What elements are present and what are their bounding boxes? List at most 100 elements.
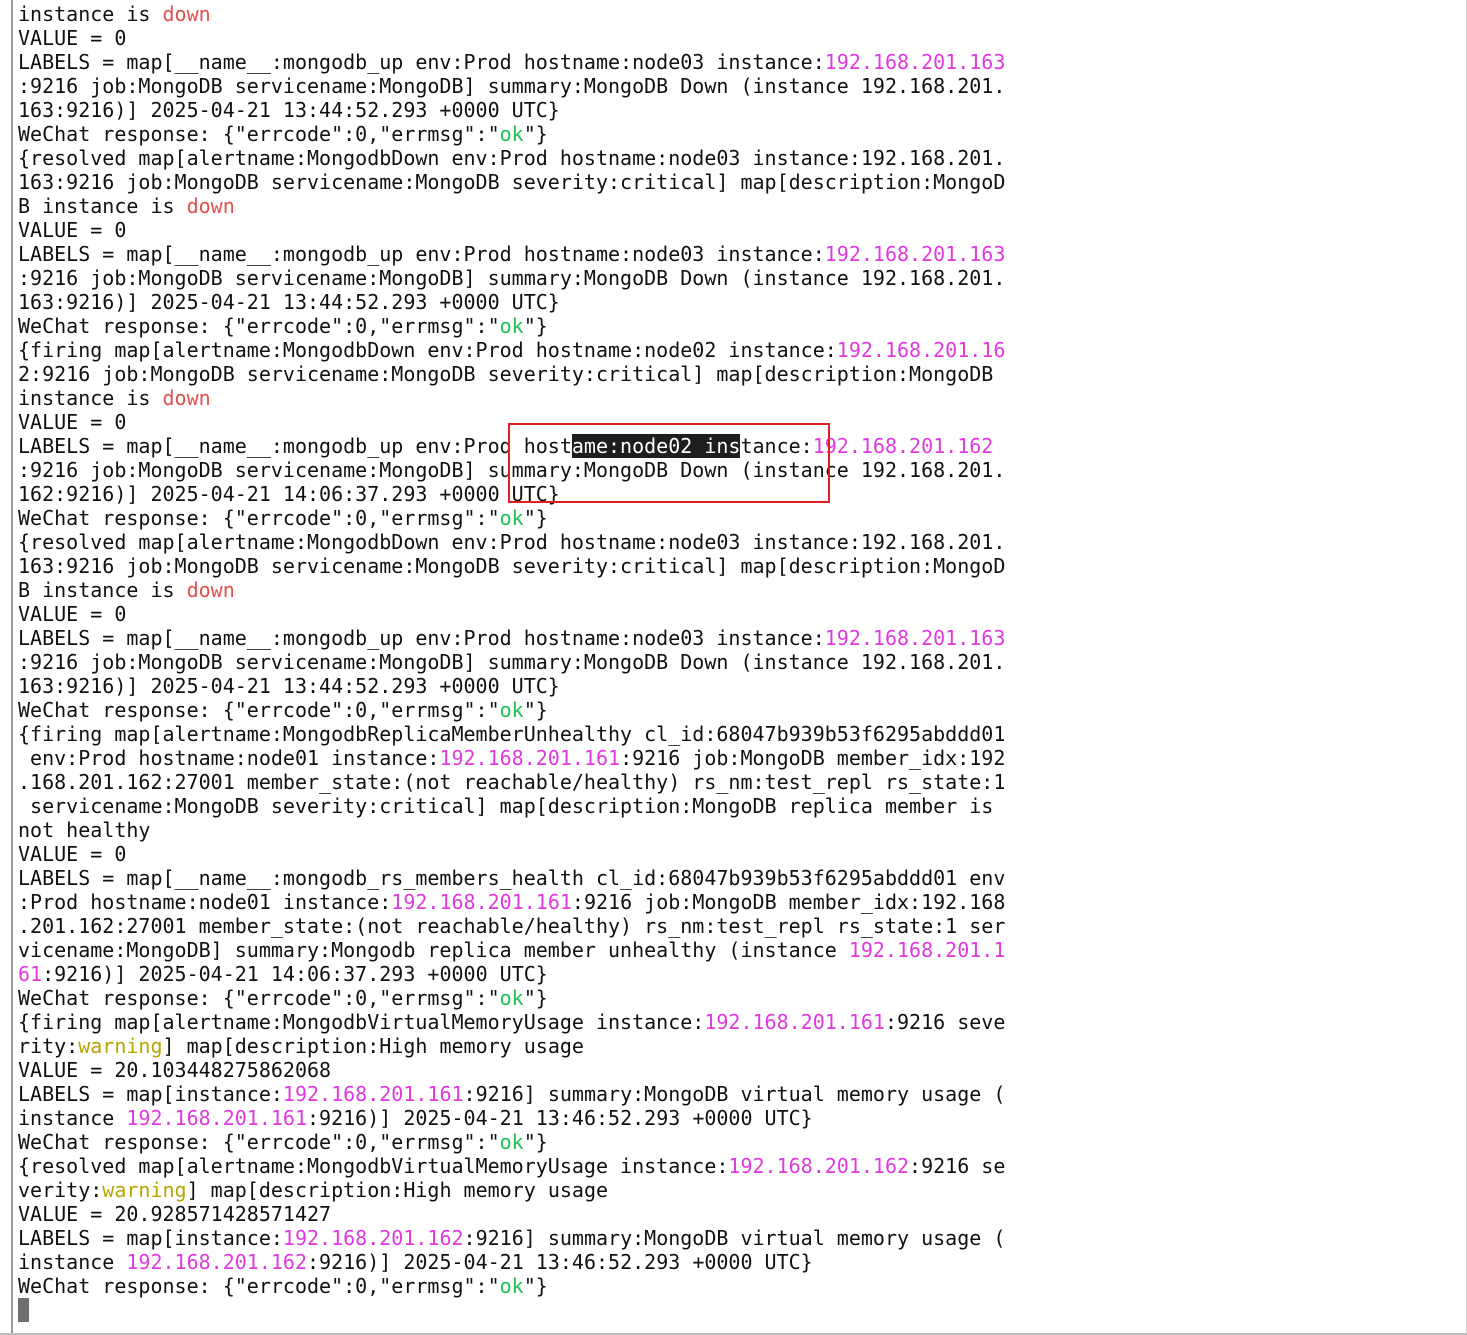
terminal-text-segment: 192.168.201.161 xyxy=(282,1082,464,1106)
terminal-text-segment: LABELS = map[__name__:mongodb_up env:Pro… xyxy=(18,626,825,650)
terminal-line: 61:9216)] 2025-04-21 14:06:37.293 +0000 … xyxy=(18,962,1005,986)
terminal-line: B instance is down xyxy=(18,194,1005,218)
terminal-line: 163:9216 job:MongoDB servicename:MongoDB… xyxy=(18,170,1005,194)
terminal-text-segment: LABELS = map[__name__:mongodb_up env:Pro… xyxy=(18,50,825,74)
terminal-text-segment: VALUE = 0 xyxy=(18,410,127,434)
terminal-window[interactable]: instance is down VALUE = 0 LABELS = map[__… xyxy=(0,0,1467,1335)
terminal-line: :9216 job:MongoDB servicename:MongoDB] s… xyxy=(18,650,1005,674)
terminal-line: VALUE = 0 xyxy=(18,602,1005,626)
terminal-text-segment: LABELS = map[instance: xyxy=(18,1082,283,1106)
terminal-line: :Prod hostname:node01 instance:192.168.2… xyxy=(18,890,1005,914)
terminal-text-segment: .201.162:27001 member_state:(not reachab… xyxy=(18,914,1006,938)
terminal-text-segment: 192.168.201.161 xyxy=(126,1106,307,1130)
terminal-left-border xyxy=(11,0,13,1335)
terminal-text-segment: 192.168.201.163 xyxy=(824,50,1006,74)
terminal-text-segment: WeChat response: {"errcode":0,"errmsg":" xyxy=(18,1274,500,1298)
terminal-text-segment: down xyxy=(186,194,235,218)
terminal-text-segment: verity: xyxy=(18,1178,103,1202)
terminal-text-segment: 192.168.201.162 xyxy=(812,434,994,458)
terminal-text-segment: 162:9216)] 2025-04-21 14:06:37.293 +0000… xyxy=(18,482,560,506)
selected-text: ame:node02 ins xyxy=(571,434,741,458)
terminal-text-segment: ok xyxy=(499,122,524,146)
terminal-text-segment: :9216)] 2025-04-21 13:46:52.293 +0000 UT… xyxy=(307,1106,813,1130)
terminal-line: WeChat response: {"errcode":0,"errmsg":"… xyxy=(18,1274,1005,1298)
terminal-output[interactable]: instance is down VALUE = 0 LABELS = map[__… xyxy=(18,2,1005,1298)
terminal-text-segment: rity: xyxy=(18,1034,79,1058)
terminal-text-segment: vicename:MongoDB] summary:Mongodb replic… xyxy=(18,938,849,962)
terminal-text-segment: instance is xyxy=(18,386,163,410)
terminal-text-segment: {resolved map[alertname:MongodbDown env:… xyxy=(18,146,1006,170)
terminal-line: 2:9216 job:MongoDB servicename:MongoDB s… xyxy=(18,362,1005,386)
terminal-text-segment: {resolved map[alertname:MongodbDown env:… xyxy=(18,530,1006,554)
terminal-line: VALUE = 0 xyxy=(18,410,1005,434)
terminal-line: .168.201.162:27001 member_state:(not rea… xyxy=(18,770,1005,794)
terminal-line: 163:9216)] 2025-04-21 13:44:52.293 +0000… xyxy=(18,674,1005,698)
terminal-line: .201.162:27001 member_state:(not reachab… xyxy=(18,914,1005,938)
terminal-text-segment: instance xyxy=(18,1250,127,1274)
terminal-text-segment: 192.168.201.162 xyxy=(126,1250,307,1274)
terminal-line: LABELS = map[__name__:mongodb_up env:Pro… xyxy=(18,434,1005,458)
terminal-line: VALUE = 20.928571428571427 xyxy=(18,1202,1005,1226)
terminal-text-segment: :9216)] 2025-04-21 13:46:52.293 +0000 UT… xyxy=(307,1250,813,1274)
terminal-text-segment: B instance is xyxy=(18,194,187,218)
terminal-text-segment: VALUE = 0 xyxy=(18,218,127,242)
terminal-line: {resolved map[alertname:MongodbDown env:… xyxy=(18,146,1005,170)
terminal-text-segment: :9216] summary:MongoDB virtual memory us… xyxy=(463,1082,1006,1106)
terminal-line: {firing map[alertname:MongodbReplicaMemb… xyxy=(18,722,1005,746)
terminal-text-segment: ] map[description:High memory usage xyxy=(162,1034,584,1058)
terminal-text-segment: VALUE = 20.928571428571427 xyxy=(18,1202,332,1226)
terminal-text-segment: ok xyxy=(499,506,524,530)
terminal-text-segment: "} xyxy=(523,986,548,1010)
terminal-text-segment: ok xyxy=(499,1274,524,1298)
terminal-text-segment: 2:9216 job:MongoDB servicename:MongoDB s… xyxy=(18,362,994,386)
terminal-line: LABELS = map[__name__:mongodb_up env:Pro… xyxy=(18,50,1005,74)
terminal-line: VALUE = 0 xyxy=(18,842,1005,866)
terminal-text-segment: WeChat response: {"errcode":0,"errmsg":" xyxy=(18,986,500,1010)
terminal-text-segment: 192.168.201.16 xyxy=(836,338,1006,362)
terminal-line: 163:9216 job:MongoDB servicename:MongoDB… xyxy=(18,554,1005,578)
terminal-text-segment: WeChat response: {"errcode":0,"errmsg":" xyxy=(18,698,500,722)
terminal-text-segment: :9216)] 2025-04-21 14:06:37.293 +0000 UT… xyxy=(42,962,548,986)
terminal-text-segment: "} xyxy=(523,506,548,530)
terminal-text-segment: :9216 job:MongoDB servicename:MongoDB] s… xyxy=(18,458,1006,482)
terminal-line: WeChat response: {"errcode":0,"errmsg":"… xyxy=(18,122,1005,146)
terminal-text-segment: WeChat response: {"errcode":0,"errmsg":" xyxy=(18,314,500,338)
terminal-line: instance 192.168.201.162:9216)] 2025-04-… xyxy=(18,1250,1005,1274)
terminal-line: {firing map[alertname:MongodbVirtualMemo… xyxy=(18,1010,1005,1034)
terminal-text-segment: {firing map[alertname:MongodbDown env:Pr… xyxy=(18,338,837,362)
terminal-text-segment: :9216 job:MongoDB member_idx:192.168 xyxy=(571,890,1006,914)
terminal-text-segment: {firing map[alertname:MongodbVirtualMemo… xyxy=(18,1010,705,1034)
terminal-text-segment: {resolved map[alertname:MongodbVirtualMe… xyxy=(18,1154,729,1178)
terminal-text-segment: WeChat response: {"errcode":0,"errmsg":" xyxy=(18,122,500,146)
terminal-line: WeChat response: {"errcode":0,"errmsg":"… xyxy=(18,1130,1005,1154)
terminal-text-segment: ok xyxy=(499,1130,524,1154)
terminal-text-segment: 192.168.201.163 xyxy=(824,242,1006,266)
terminal-text-segment: 163:9216 job:MongoDB servicename:MongoDB… xyxy=(18,170,1006,194)
terminal-text-segment: tance: xyxy=(740,434,813,458)
terminal-text-segment: LABELS = map[__name__:mongodb_up env:Pro… xyxy=(18,434,572,458)
terminal-text-segment: 192.168.201.161 xyxy=(391,890,572,914)
terminal-line: not healthy xyxy=(18,818,1005,842)
terminal-line: LABELS = map[instance:192.168.201.162:92… xyxy=(18,1226,1005,1250)
terminal-text-segment: .168.201.162:27001 member_state:(not rea… xyxy=(18,770,1006,794)
terminal-text-segment: VALUE = 0 xyxy=(18,26,127,50)
terminal-text-segment: :9216] summary:MongoDB virtual memory us… xyxy=(463,1226,1006,1250)
terminal-text-segment: ok xyxy=(499,698,524,722)
terminal-text-segment: 192.168.201.163 xyxy=(824,626,1006,650)
terminal-text-segment: 163:9216 job:MongoDB servicename:MongoDB… xyxy=(18,554,1006,578)
terminal-text-segment: LABELS = map[instance: xyxy=(18,1226,283,1250)
terminal-text-segment: warning xyxy=(78,1034,163,1058)
terminal-text-segment: :9216 seve xyxy=(884,1010,1006,1034)
terminal-line: WeChat response: {"errcode":0,"errmsg":"… xyxy=(18,314,1005,338)
terminal-text-segment: "} xyxy=(523,698,548,722)
terminal-text-segment: :9216 se xyxy=(909,1154,1006,1178)
terminal-line: {firing map[alertname:MongodbDown env:Pr… xyxy=(18,338,1005,362)
terminal-text-segment: :9216 job:MongoDB servicename:MongoDB] s… xyxy=(18,266,1006,290)
terminal-line: :9216 job:MongoDB servicename:MongoDB] s… xyxy=(18,266,1005,290)
terminal-line: instance 192.168.201.161:9216)] 2025-04-… xyxy=(18,1106,1005,1130)
terminal-text-segment: not healthy xyxy=(18,818,151,842)
terminal-text-segment: :9216 job:MongoDB servicename:MongoDB] s… xyxy=(18,74,1006,98)
terminal-text-segment: instance xyxy=(18,1106,127,1130)
terminal-line: {resolved map[alertname:MongodbVirtualMe… xyxy=(18,1154,1005,1178)
terminal-text-segment: down xyxy=(162,2,211,26)
